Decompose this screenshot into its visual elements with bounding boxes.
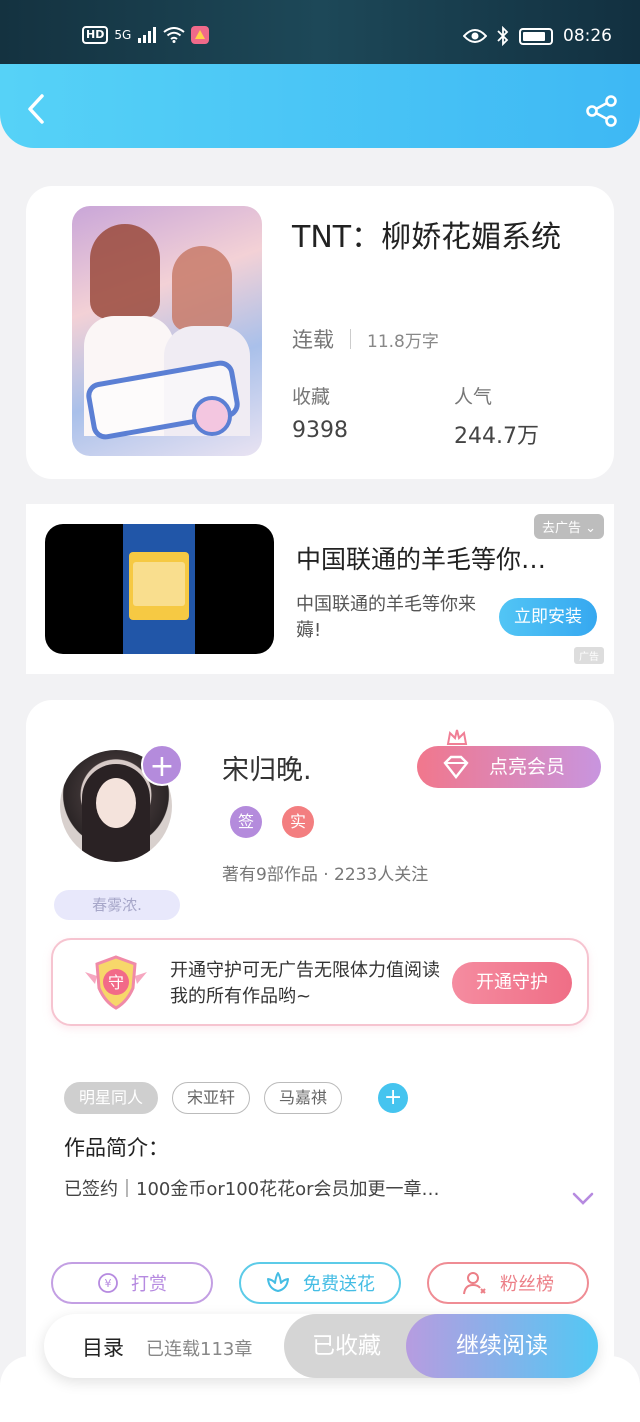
fans-label: 粉丝榜 (500, 1274, 554, 1295)
signed-badge: 签 (230, 806, 262, 838)
eye-icon (463, 29, 487, 43)
book-status: 连载 (292, 328, 334, 352)
install-button[interactable]: 立即安装 (499, 598, 597, 636)
shield-char: 守 (108, 973, 124, 992)
tip-button[interactable]: ¥ 打赏 (51, 1262, 213, 1304)
bluetooth-icon (497, 26, 509, 46)
guard-shield-icon: 守 (85, 955, 147, 1010)
intro-title: 作品简介： (64, 1136, 169, 1160)
ad-description: 中国联通的羊毛等你来薅! (296, 594, 476, 641)
ad-title: 中国联通的羊毛等你… (296, 545, 547, 574)
verified-badge: 实 (282, 806, 314, 838)
flower-label: 免费送花 (303, 1274, 375, 1295)
app-header (0, 64, 640, 148)
book-info-card: TNT：柳娇花媚系统 连载 11.8万字 收藏 9398 人气 244.7万 (26, 186, 614, 479)
bottom-action-bar: 目录 已连载113章 已收藏 继续阅读 (44, 1314, 598, 1378)
network-indicator: 5G (114, 28, 132, 42)
followers-count: 2233人关注 (334, 865, 429, 885)
back-button[interactable] (22, 92, 52, 126)
divider (350, 329, 351, 349)
fan-tag: 春雾浓. (54, 890, 180, 920)
signal-icon (138, 27, 157, 43)
coin-symbol: ¥ (105, 1277, 112, 1290)
word-count: 11.8万字 (367, 331, 439, 352)
diamond-icon (443, 755, 469, 779)
share-button[interactable] (584, 94, 618, 128)
author-name[interactable]: 宋归晚. (222, 748, 312, 787)
author-card: + 宋归晚. 签 实 著有9部作品 · 2233人关注 点亮会员 春雾浓. 守 … (26, 700, 614, 1380)
book-status-row: 连载 11.8万字 (292, 324, 439, 354)
author-meta: 著有9部作品 · 2233人关注 (222, 860, 428, 885)
ad-mark: 广告 (574, 647, 604, 664)
battery-icon (519, 27, 553, 45)
free-flower-button[interactable]: 免费送花 (239, 1262, 401, 1304)
open-guard-button[interactable]: 开通守护 (452, 962, 572, 1004)
chapter-count: 已连载113章 (146, 1339, 253, 1360)
user-icon (463, 1272, 486, 1295)
fan-ranking-button[interactable]: 粉丝榜 (427, 1262, 589, 1304)
tag-item[interactable]: 宋亚轩 (172, 1082, 251, 1114)
ad-banner[interactable]: 去广告 ⌄ 中国联通的羊毛等你… 中国联通的羊毛等你来薅! 立即安装 广告 (26, 504, 614, 674)
flower-icon (267, 1272, 289, 1292)
expand-chevron-icon[interactable] (572, 1192, 594, 1206)
book-cover[interactable] (72, 206, 262, 456)
favorites-value: 9398 (292, 418, 348, 443)
tip-label: 打赏 (131, 1274, 167, 1295)
status-left: HD 5G (82, 26, 210, 44)
intro-text: 已签约｜100金币or100花花or会员加更一章… (64, 1179, 440, 1200)
crown-icon (446, 729, 468, 745)
status-right: 08:26 (463, 26, 612, 46)
popularity-label: 人气 (454, 386, 493, 408)
guard-banner[interactable]: 守 开通守护可无广告无限体力值阅读我的所有作品哟~ 开通守护 (51, 938, 589, 1026)
clock: 08:26 (563, 26, 612, 46)
popularity-value: 244.7万 (454, 424, 539, 449)
remove-ad-button[interactable]: 去广告 ⌄ (533, 514, 604, 539)
meta-separator: · (323, 865, 329, 885)
continue-reading-button[interactable]: 继续阅读 (406, 1314, 598, 1378)
tag-category[interactable]: 明星同人 (64, 1082, 159, 1114)
book-title: TNT：柳娇花媚系统 (292, 220, 562, 255)
table-of-contents-button[interactable]: 目录 (82, 1332, 124, 1362)
works-count: 著有9部作品 (222, 865, 318, 885)
add-tag-button[interactable]: + (378, 1083, 409, 1113)
coin-icon: ¥ (98, 1273, 118, 1293)
tag-list: 明星同人 宋亚轩 马嘉祺 + (64, 1082, 409, 1114)
app-notification-icon (191, 26, 210, 44)
vip-label: 点亮会员 (489, 756, 566, 778)
follow-button[interactable]: + (141, 744, 183, 786)
status-bar: HD 5G 08:26 (0, 0, 640, 64)
hd-indicator: HD (82, 26, 109, 44)
tag-item[interactable]: 马嘉祺 (264, 1082, 343, 1114)
ad-video[interactable] (45, 524, 274, 654)
wifi-icon (163, 27, 185, 43)
guard-text: 开通守护可无广告无限体力值阅读我的所有作品哟~ (170, 960, 440, 1007)
action-row: ¥ 打赏 免费送花 粉丝榜 (51, 1262, 589, 1304)
favorites-label: 收藏 (292, 386, 331, 408)
vip-button[interactable]: 点亮会员 (417, 746, 601, 788)
